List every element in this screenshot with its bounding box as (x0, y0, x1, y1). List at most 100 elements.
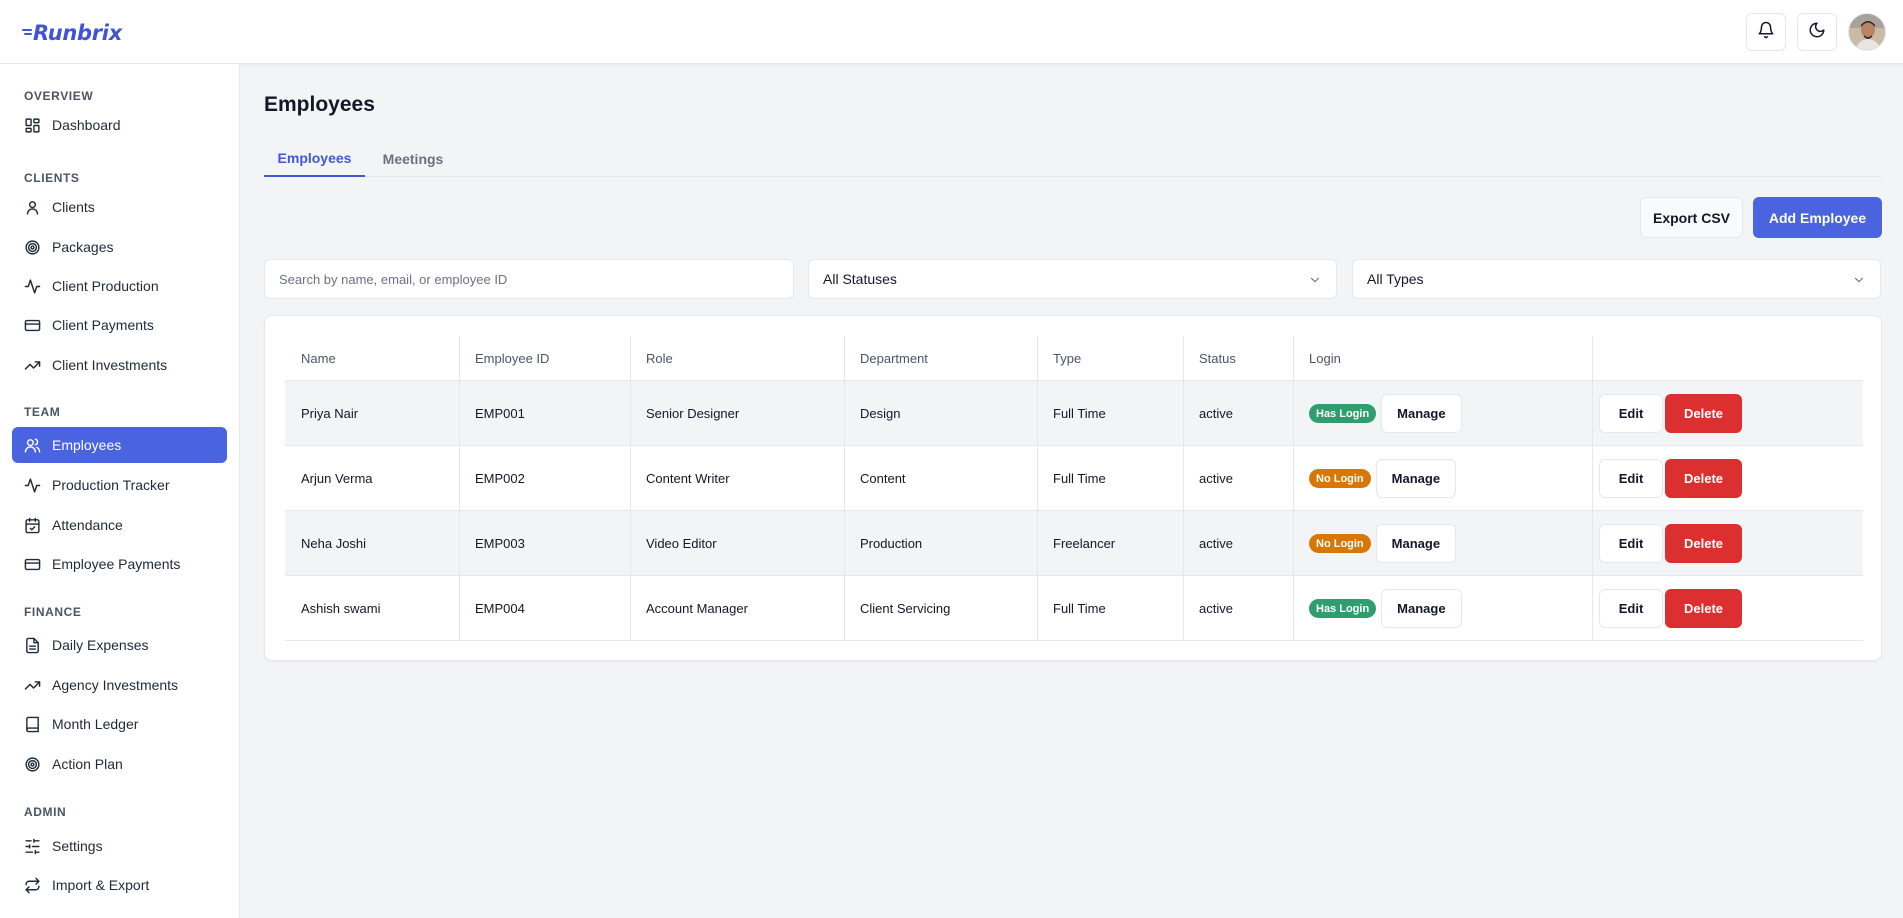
header-col-login[interactable]: Login (1309, 336, 1341, 381)
sidebar-item-settings[interactable]: Settings (12, 828, 227, 864)
sidebar-item-clients[interactable]: Clients (12, 189, 227, 225)
sidebar-item-agency-investments[interactable]: Agency Investments (12, 667, 227, 703)
column-divider (844, 446, 845, 510)
sidebar-item-label: Attendance (52, 517, 123, 533)
header-col-status[interactable]: Status (1199, 336, 1236, 381)
sidebar-item-month-ledger[interactable]: Month Ledger (12, 706, 227, 742)
employees-table-card: Name Employee ID Role Department Type Status L… (264, 315, 1882, 661)
grid-icon (24, 117, 41, 134)
sidebar-item-production-tracker[interactable]: Production Tracker (12, 467, 227, 503)
sidebar-item-client-payments[interactable]: Client Payments (12, 307, 227, 343)
cell-type: Full Time (1053, 601, 1106, 616)
cell-type: Freelancer (1053, 536, 1116, 551)
notifications-button[interactable] (1746, 13, 1786, 51)
delete-button[interactable]: Delete (1665, 524, 1742, 563)
header-col-name[interactable]: Name (301, 336, 336, 381)
search-input[interactable] (264, 259, 794, 299)
column-divider (1293, 336, 1294, 380)
edit-button[interactable]: Edit (1599, 394, 1663, 433)
sidebar-item-label: Employee Payments (52, 556, 181, 572)
sidebar-item-dashboard[interactable]: Dashboard (12, 107, 227, 143)
chevron-down-icon (1852, 273, 1866, 290)
header-col-type[interactable]: Type (1053, 336, 1081, 381)
tab-meetings[interactable]: Meetings (365, 140, 461, 177)
column-divider (1293, 511, 1294, 575)
trending-up-icon (24, 677, 41, 694)
cell-department: Design (860, 406, 901, 421)
column-divider (1183, 576, 1184, 640)
cell-department: Client Servicing (860, 601, 951, 616)
tab-employees[interactable]: Employees (264, 140, 365, 177)
header-col-role[interactable]: Role (646, 336, 673, 381)
column-divider (1293, 381, 1294, 445)
edit-button[interactable]: Edit (1599, 524, 1663, 563)
table-row[interactable]: Arjun Verma EMP002 Content Writer Content Fu… (285, 446, 1863, 511)
manage-login-button[interactable]: Manage (1375, 524, 1457, 563)
cell-name: Neha Joshi (301, 536, 367, 551)
cell-type: Full Time (1053, 471, 1106, 486)
sidebar-item-action-plan[interactable]: Action Plan (12, 746, 227, 782)
cell-role: Account Manager (646, 601, 748, 616)
sidebar-section-finance: FINANCE (24, 605, 82, 619)
cell-status: active (1199, 601, 1233, 616)
sidebar-item-import-export[interactable]: Import & Export (12, 867, 227, 903)
sidebar-item-employee-payments[interactable]: Employee Payments (12, 546, 227, 582)
delete-button[interactable]: Delete (1665, 394, 1742, 433)
sidebar-item-client-investments[interactable]: Client Investments (12, 347, 227, 383)
login-status-badge: Has Login (1309, 599, 1377, 618)
column-divider (630, 381, 631, 445)
column-divider (1592, 576, 1593, 640)
column-divider (1037, 446, 1038, 510)
export-csv-button[interactable]: Export CSV (1640, 197, 1743, 238)
cell-role: Content Writer (646, 471, 730, 486)
avatar[interactable] (1848, 13, 1886, 51)
sidebar-item-employees[interactable]: Employees (12, 427, 227, 463)
edit-button[interactable]: Edit (1599, 459, 1663, 498)
table-row[interactable]: Priya Nair EMP001 Senior Designer Design Ful… (285, 381, 1863, 446)
sidebar-item-label: Daily Expenses (52, 637, 149, 653)
manage-login-button[interactable]: Manage (1381, 589, 1462, 628)
chevron-down-icon (1308, 273, 1322, 290)
cell-role: Senior Designer (646, 406, 740, 421)
type-filter-value: All Types (1367, 271, 1424, 287)
employees-table: Name Employee ID Role Department Type Status L… (285, 336, 1863, 641)
add-employee-button[interactable]: Add Employee (1753, 197, 1882, 238)
column-divider (844, 381, 845, 445)
table-row[interactable]: Neha Joshi EMP003 Video Editor Production Fr… (285, 511, 1863, 576)
column-divider (630, 511, 631, 575)
theme-toggle-button[interactable] (1797, 13, 1837, 51)
cell-name: Arjun Verma (301, 471, 373, 486)
sidebar-section-admin: ADMIN (24, 805, 67, 819)
header-col-employee-id[interactable]: Employee ID (475, 336, 549, 381)
table-row[interactable]: Ashish swami EMP004 Account Manager Client … (285, 576, 1863, 641)
cell-actions: Edit Delete (1599, 381, 1742, 446)
column-divider (459, 576, 460, 640)
cell-type: Full Time (1053, 406, 1106, 421)
type-filter-select[interactable]: All Types (1352, 259, 1881, 299)
column-divider (1037, 336, 1038, 380)
cell-name: Priya Nair (301, 406, 359, 421)
delete-button[interactable]: Delete (1665, 589, 1742, 628)
sidebar-item-packages[interactable]: Packages (12, 229, 227, 265)
sidebar-item-label: Import & Export (52, 877, 150, 893)
sidebar-item-attendance[interactable]: Attendance (12, 507, 227, 543)
manage-login-button[interactable]: Manage (1381, 394, 1462, 433)
app-logo[interactable]: Runbrix (22, 18, 122, 48)
activity-icon (24, 278, 41, 295)
sidebar-item-label: Employees (52, 437, 122, 453)
cell-actions: Edit Delete (1599, 511, 1742, 576)
edit-button[interactable]: Edit (1599, 589, 1663, 628)
cell-employee-id: EMP004 (475, 601, 525, 616)
book-icon (24, 716, 41, 733)
column-divider (459, 381, 460, 445)
manage-login-button[interactable]: Manage (1375, 459, 1457, 498)
sidebar-item-client-production[interactable]: Client Production (12, 268, 227, 304)
status-filter-select[interactable]: All Statuses (808, 259, 1337, 299)
sidebar-item-daily-expenses[interactable]: Daily Expenses (12, 627, 227, 663)
cell-status: active (1199, 536, 1233, 551)
column-divider (1183, 446, 1184, 510)
cell-employee-id: EMP003 (475, 536, 525, 551)
delete-button[interactable]: Delete (1665, 459, 1742, 498)
header-col-department[interactable]: Department (860, 336, 928, 381)
column-divider (1183, 511, 1184, 575)
